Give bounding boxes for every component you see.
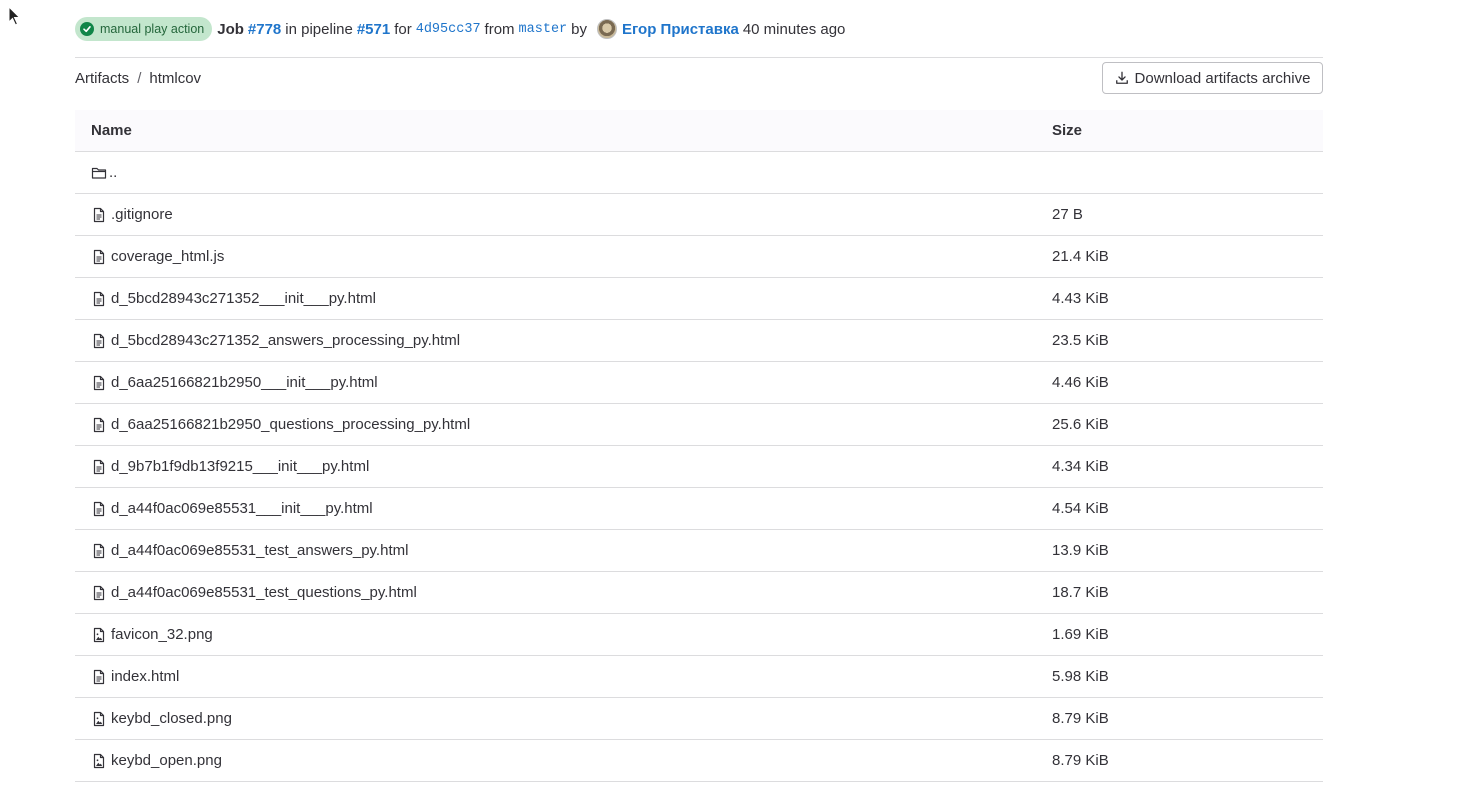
file-name-link[interactable]: d_a44f0ac069e85531___init___py.html [111,500,373,517]
mouse-cursor-icon [8,6,21,26]
table-row[interactable]: index.html 5.98 KiB [75,656,1323,698]
table-header: Name Size [75,110,1323,152]
breadcrumb-artifacts[interactable]: Artifacts [75,70,129,87]
job-id-link[interactable]: #778 [248,21,281,38]
parent-dir-link[interactable]: .. [109,164,117,181]
author-link[interactable]: Егор Приставка [622,21,739,38]
table-row[interactable]: d_a44f0ac069e85531___init___py.html 4.54 … [75,488,1323,530]
for-text: for [394,20,412,38]
table-row[interactable]: keybd_closed.png 8.79 KiB [75,698,1323,740]
file-name-link[interactable]: d_6aa25166821b2950___init___py.html [111,374,378,391]
file-icon [93,375,105,390]
table-row[interactable]: d_a44f0ac069e85531_test_answers_py.html 1… [75,530,1323,572]
file-icon [93,669,105,684]
commit-sha-link[interactable]: 4d95cc37 [416,22,481,37]
table-row[interactable]: d_a44f0ac069e85531_test_questions_py.htm… [75,572,1323,614]
file-size: 8.79 KiB [1052,752,1109,769]
file-size: 13.9 KiB [1052,542,1109,559]
download-icon [1115,71,1128,84]
file-name-link[interactable]: d_a44f0ac069e85531_test_questions_py.htm… [111,584,417,601]
status-badge[interactable]: manual play action [75,17,213,41]
branch-link[interactable]: master [519,22,568,37]
by-text: by [571,20,587,38]
file-icon [93,585,105,600]
table-row[interactable]: .gitignore 27 B [75,194,1323,236]
file-icon [93,207,105,222]
file-icon [93,333,105,348]
download-artifacts-label: Download artifacts archive [1134,69,1311,87]
pipeline-id-link[interactable]: #571 [357,21,390,38]
folder-icon [91,167,107,179]
file-name-link[interactable]: favicon_32.png [111,626,213,643]
file-size: 1.69 KiB [1052,626,1109,643]
table-row[interactable]: d_5bcd28943c271352_answers_processing_py… [75,320,1323,362]
table-row[interactable]: d_5bcd28943c271352___init___py.html 4.43 … [75,278,1323,320]
file-size: 21.4 KiB [1052,248,1109,265]
file-name-link[interactable]: d_5bcd28943c271352___init___py.html [111,290,376,307]
job-label: Job [217,20,244,38]
table-row[interactable]: favicon_32.png 1.69 KiB [75,614,1323,656]
file-size: 27 B [1052,206,1083,223]
check-circle-icon [80,22,94,36]
breadcrumb-separator: / [137,69,142,87]
image-file-icon [93,711,105,726]
file-icon [93,417,105,432]
image-file-icon [93,627,105,642]
breadcrumb: Artifacts / htmlcov [75,68,201,88]
file-size: 8.79 KiB [1052,710,1109,727]
file-size: 4.54 KiB [1052,500,1109,517]
file-name-link[interactable]: keybd_open.png [111,752,222,769]
in-pipeline-text: in pipeline [285,20,353,38]
file-size: 5.98 KiB [1052,668,1109,685]
table-row[interactable]: keybd_open.png 8.79 KiB [75,740,1323,782]
file-size: 4.34 KiB [1052,458,1109,475]
file-size: 18.7 KiB [1052,584,1109,601]
avatar[interactable] [597,19,617,39]
file-name-link[interactable]: .gitignore [111,206,173,223]
header-divider [75,57,1323,58]
file-name-link[interactable]: keybd_closed.png [111,710,232,727]
file-size: 4.43 KiB [1052,290,1109,307]
file-icon [93,459,105,474]
file-icon [93,501,105,516]
file-name-link[interactable]: d_9b7b1f9db13f9215___init___py.html [111,458,369,475]
file-size: 25.6 KiB [1052,416,1109,433]
table-row[interactable]: coverage_html.js 21.4 KiB [75,236,1323,278]
table-row[interactable]: d_6aa25166821b2950___init___py.html 4.46 … [75,362,1323,404]
image-file-icon [93,753,105,768]
time-ago: 40 minutes ago [742,20,846,38]
table-row[interactable]: d_9b7b1f9db13f9215___init___py.html 4.34 … [75,446,1323,488]
file-icon [93,249,105,264]
breadcrumb-current: htmlcov [149,69,202,87]
file-size: 4.46 KiB [1052,374,1109,391]
column-header-size[interactable]: Size [1052,122,1323,139]
column-header-name[interactable]: Name [75,122,1052,139]
file-icon [93,291,105,306]
table-row-parent[interactable]: .. [75,152,1323,194]
artifacts-table: Name Size .. .gitignore 27 B coverage_html… [75,110,1323,782]
table-row[interactable]: d_6aa25166821b2950_questions_processing_… [75,404,1323,446]
file-size: 23.5 KiB [1052,332,1109,349]
file-icon [93,543,105,558]
file-name-link[interactable]: coverage_html.js [111,248,224,265]
job-header: manual play action Job #778 in pipeline … [75,14,1323,44]
status-badge-label: manual play action [100,22,205,36]
file-name-link[interactable]: d_5bcd28943c271352_answers_processing_py… [111,332,460,349]
download-artifacts-button[interactable]: Download artifacts archive [1102,62,1323,94]
file-name-link[interactable]: d_a44f0ac069e85531_test_answers_py.html [111,542,408,559]
file-name-link[interactable]: d_6aa25166821b2950_questions_processing_… [111,416,470,433]
from-text: from [484,20,515,38]
file-name-link[interactable]: index.html [111,668,179,685]
